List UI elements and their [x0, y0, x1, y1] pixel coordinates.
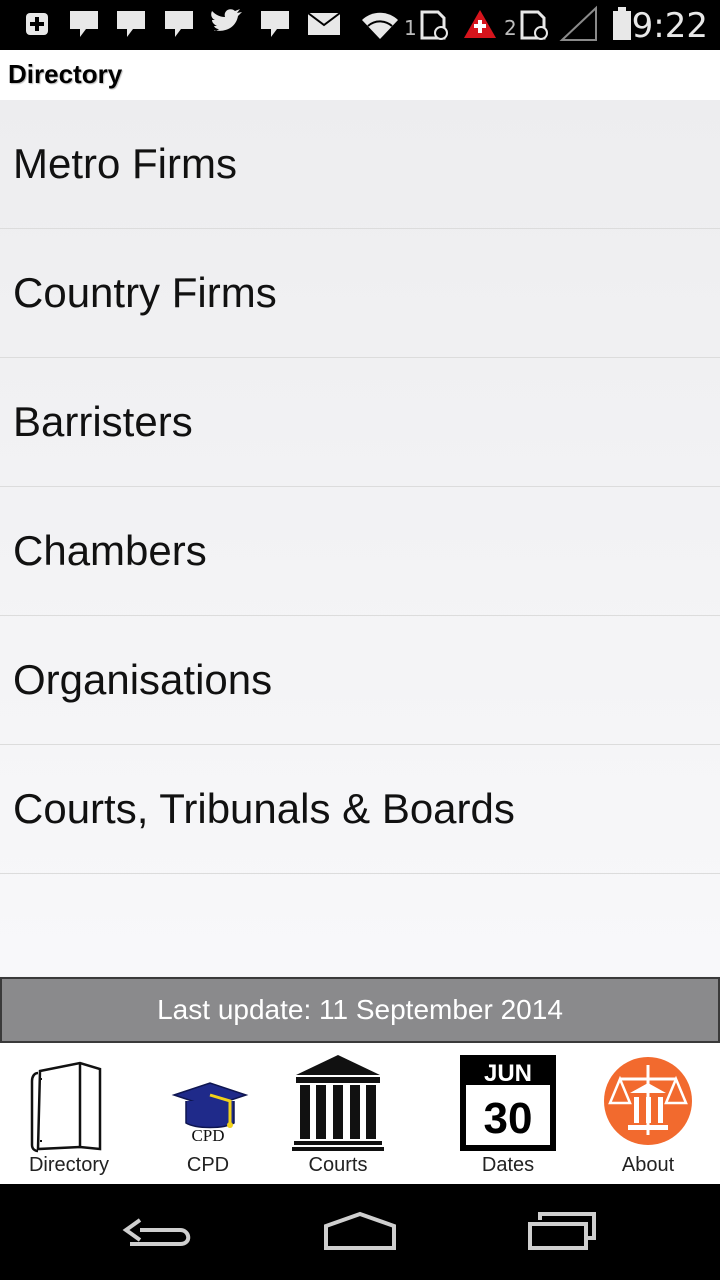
- battery-icon: [613, 7, 631, 40]
- twitter-icon: [211, 9, 242, 31]
- sim-icon: [420, 10, 448, 40]
- book-icon: [30, 1061, 102, 1153]
- system-navigation-bar: [0, 1184, 720, 1280]
- recent-apps-icon: [528, 1212, 596, 1250]
- menu-item-organisations[interactable]: Organisations: [0, 616, 720, 745]
- chat-icon: [70, 11, 98, 37]
- back-arrow-icon: [122, 1218, 191, 1246]
- alert-icon: [464, 10, 496, 38]
- clock: 9:22: [631, 6, 708, 46]
- tab-cpd[interactable]: CPD CPD: [138, 1043, 278, 1184]
- tab-label: Dates: [481, 1154, 535, 1176]
- menu-item-label: Country Firms: [13, 269, 277, 316]
- menu-item-label: Metro Firms: [13, 140, 237, 187]
- calendar-icon: JUN 30: [460, 1055, 556, 1151]
- graduation-cap-icon: CPD: [171, 1082, 249, 1145]
- svg-text:CPD: CPD: [191, 1126, 224, 1145]
- svg-text:30: 30: [484, 1094, 533, 1143]
- mail-icon: [307, 12, 341, 35]
- menu-item-label: Courts, Tribunals & Boards: [13, 785, 515, 832]
- tab-courts[interactable]: Courts: [278, 1043, 398, 1184]
- menu-item-country-firms[interactable]: Country Firms: [0, 229, 720, 358]
- tab-label: Courts: [308, 1154, 368, 1176]
- menu-item-courts-tribunals-boards[interactable]: Courts, Tribunals & Boards: [0, 745, 720, 874]
- tab-label: About: [621, 1154, 675, 1176]
- svg-text:2: 2: [504, 16, 517, 40]
- sim-icon: [520, 10, 548, 40]
- signal-icon: [559, 5, 597, 41]
- action-bar: Directory: [0, 50, 720, 100]
- last-update-banner: Last update: 11 September 2014: [0, 977, 720, 1043]
- status-bar: 1 2 9:22: [0, 0, 720, 50]
- wifi-icon: [362, 12, 398, 40]
- add-icon: [26, 13, 48, 35]
- back-button[interactable]: [100, 1198, 220, 1266]
- directory-menu: Metro Firms Country Firms Barristers Cha…: [0, 100, 720, 976]
- chat-icon: [117, 11, 145, 37]
- tab-dates[interactable]: JUN 30 Dates: [440, 1043, 576, 1184]
- chat-icon: [165, 11, 193, 37]
- tab-directory[interactable]: Directory: [0, 1043, 138, 1184]
- last-update-text: Last update: 11 September 2014: [157, 994, 563, 1025]
- bottom-tab-bar: Directory CPD CPD Courts JUN 30 Dates Ab…: [0, 1043, 720, 1184]
- svg-text:1: 1: [404, 16, 417, 40]
- scales-icon: [604, 1057, 692, 1145]
- menu-item-metro-firms[interactable]: Metro Firms: [0, 100, 720, 229]
- tab-label: CPD: [186, 1154, 230, 1176]
- home-button[interactable]: [300, 1198, 420, 1266]
- menu-item-label: Chambers: [13, 527, 207, 574]
- menu-item-label: Organisations: [13, 656, 273, 703]
- home-icon: [324, 1211, 396, 1250]
- menu-item-label: Barristers: [13, 398, 193, 445]
- tab-about[interactable]: About: [580, 1043, 716, 1184]
- chat-icon: [261, 11, 289, 37]
- courthouse-icon: [292, 1055, 384, 1151]
- recent-apps-button[interactable]: [500, 1198, 620, 1266]
- page-title: Directory: [8, 59, 123, 89]
- menu-item-barristers[interactable]: Barristers: [0, 358, 720, 487]
- menu-item-chambers[interactable]: Chambers: [0, 487, 720, 616]
- tab-label: Directory: [28, 1154, 109, 1176]
- svg-text:JUN: JUN: [484, 1060, 532, 1087]
